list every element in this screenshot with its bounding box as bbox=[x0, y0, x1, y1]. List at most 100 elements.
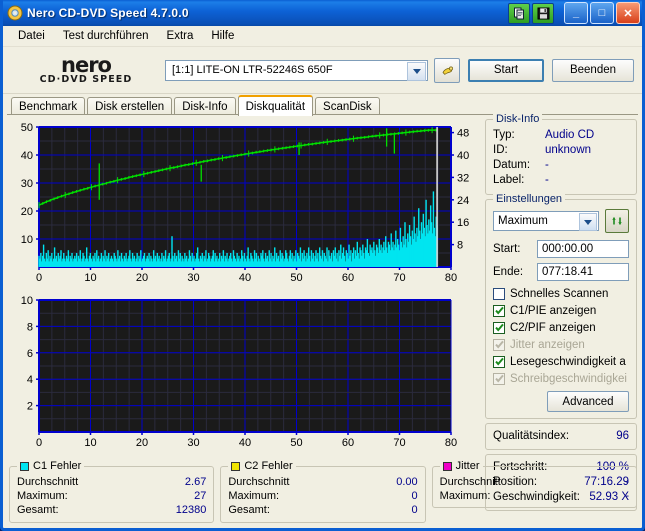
tab-scandisk[interactable]: ScanDisk bbox=[315, 97, 380, 115]
checkbox-lesegeschwindigkeit[interactable]: Lesegeschwindigkeit a bbox=[493, 354, 629, 369]
svg-text:10: 10 bbox=[84, 272, 96, 284]
start-time-field[interactable]: 000:00.00 bbox=[537, 240, 629, 258]
svg-text:50: 50 bbox=[290, 437, 302, 449]
legend-value: 2.67 bbox=[184, 476, 207, 488]
svg-text:40: 40 bbox=[239, 437, 251, 449]
checkbox-box bbox=[493, 338, 505, 351]
svg-text:80: 80 bbox=[445, 437, 457, 449]
app-window: Nero CD-DVD Speed 4.7.0.0 _ □ ✕ Datei Te… bbox=[0, 0, 645, 531]
disk-info-title: Disk-Info bbox=[493, 113, 543, 125]
legend-label: Durchschnitt bbox=[17, 476, 79, 488]
svg-text:0: 0 bbox=[36, 437, 42, 449]
legend-title-text: C2 Fehler bbox=[244, 460, 293, 472]
checkbox-schreibgeschwindigkeit: Schreibgeschwindigkei bbox=[493, 371, 629, 386]
checkbox-box bbox=[493, 372, 505, 385]
close-button[interactable]: ✕ bbox=[616, 2, 640, 24]
checkbox-label: C1/PIE anzeigen bbox=[510, 304, 597, 317]
legend-row: Gesamt: 12380 bbox=[17, 503, 206, 517]
tab-benchmark[interactable]: Benchmark bbox=[11, 97, 86, 115]
quit-button[interactable]: Beenden bbox=[552, 58, 634, 82]
disk-info-row: Label: - bbox=[493, 173, 629, 188]
disk-info-label: ID: bbox=[493, 144, 508, 156]
legend-value: 0 bbox=[411, 490, 418, 502]
disk-info-row: Typ: Audio CD bbox=[493, 128, 629, 143]
svg-text:50: 50 bbox=[290, 272, 302, 284]
drive-select-value: [1:1] LITE-ON LTR-52246S 650F bbox=[172, 64, 333, 76]
tab-disk-info[interactable]: Disk-Info bbox=[174, 97, 236, 115]
charts-column: 0 10 20 30 40 50 60 70 80 10 20 30 40 50 8 16 24 32 40 48 0… bbox=[7, 119, 480, 458]
drive-select[interactable]: [1:1] LITE-ON LTR-52246S 650F bbox=[165, 59, 428, 81]
disk-info-value: - bbox=[545, 159, 549, 171]
checkbox-c2-pif[interactable]: C2/PIF anzeigen bbox=[493, 320, 629, 335]
svg-text:10: 10 bbox=[84, 437, 96, 449]
settings-title: Einstellungen bbox=[493, 193, 566, 205]
chevron-down-icon[interactable] bbox=[407, 61, 426, 81]
refresh-icon[interactable] bbox=[605, 209, 629, 233]
maximize-button[interactable]: □ bbox=[590, 2, 614, 24]
eject-icon[interactable] bbox=[434, 57, 460, 83]
copy-icon[interactable] bbox=[508, 2, 530, 24]
menu-datei[interactable]: Datei bbox=[9, 28, 54, 44]
advanced-row: Advanced bbox=[493, 391, 629, 412]
svg-text:0: 0 bbox=[36, 272, 42, 284]
legend-value: 12380 bbox=[175, 504, 207, 516]
legend-label: Gesamt: bbox=[17, 504, 59, 516]
legend-row: Maximum: 0 bbox=[228, 489, 417, 503]
tab-disk-erstellen[interactable]: Disk erstellen bbox=[87, 97, 173, 115]
save-icon[interactable] bbox=[532, 2, 554, 24]
legend-row: Maximum: 27 bbox=[17, 489, 206, 503]
legend-row: Gesamt: 0 bbox=[228, 503, 417, 517]
end-time-row: Ende: 077:18.41 bbox=[493, 263, 629, 281]
window-title: Nero CD-DVD Speed 4.7.0.0 bbox=[27, 6, 189, 20]
disk-info-label: Typ: bbox=[493, 129, 515, 141]
menu-hilfe[interactable]: Hilfe bbox=[202, 28, 243, 44]
tab-strip: Benchmark Disk erstellen Disk-Info Diskq… bbox=[3, 94, 642, 116]
disk-info-value: unknown bbox=[545, 144, 592, 156]
menu-extra[interactable]: Extra bbox=[158, 28, 203, 44]
checkbox-box[interactable] bbox=[493, 287, 505, 300]
svg-text:40: 40 bbox=[457, 150, 469, 162]
menu-test-durchfuehren[interactable]: Test durchführen bbox=[54, 28, 158, 44]
legend-label: Maximum: bbox=[439, 490, 491, 502]
disk-info-value: - bbox=[545, 174, 549, 186]
svg-text:20: 20 bbox=[136, 272, 148, 284]
legend-value: 0 bbox=[411, 504, 418, 516]
svg-text:24: 24 bbox=[457, 195, 469, 207]
svg-text:30: 30 bbox=[187, 437, 199, 449]
chevron-down-icon[interactable] bbox=[579, 213, 597, 231]
checkbox-label: Schnelles Scannen bbox=[510, 287, 609, 300]
end-time-label: Ende: bbox=[493, 266, 524, 278]
legend-row: Durchschnitt - bbox=[440, 475, 629, 489]
checkbox-box[interactable] bbox=[493, 321, 505, 334]
advanced-button[interactable]: Advanced bbox=[547, 391, 629, 412]
window-buttons: _ □ ✕ bbox=[508, 2, 640, 24]
legend-value: - bbox=[625, 476, 629, 488]
svg-text:80: 80 bbox=[445, 272, 457, 284]
disk-info-value: Audio CD bbox=[545, 129, 595, 141]
c1-color-swatch bbox=[20, 461, 29, 471]
svg-text:16: 16 bbox=[457, 217, 469, 229]
svg-text:40: 40 bbox=[21, 150, 33, 162]
checkbox-schnelles-scannen[interactable]: Schnelles Scannen bbox=[493, 286, 629, 301]
end-time-field[interactable]: 077:18.41 bbox=[537, 263, 629, 281]
svg-text:30: 30 bbox=[187, 272, 199, 284]
checkbox-label: Lesegeschwindigkeit a bbox=[510, 355, 626, 368]
svg-text:20: 20 bbox=[21, 206, 33, 218]
legend-row: Durchschnitt 2.67 bbox=[17, 475, 206, 489]
logo-line2: CD·DVD SPEED bbox=[39, 74, 133, 86]
start-button[interactable]: Start bbox=[468, 58, 544, 82]
start-time-row: Start: 000:00.00 bbox=[493, 240, 629, 258]
checkbox-label: Jitter anzeigen bbox=[510, 338, 585, 351]
checkbox-box[interactable] bbox=[493, 304, 505, 317]
jitter-legend-rows: Durchschnitt - Maximum: - bbox=[440, 475, 629, 503]
c2-legend-panel: C2 Fehler Durchschnitt 0.00 Maximum: 0 G… bbox=[220, 460, 426, 523]
minimize-button[interactable]: _ bbox=[564, 2, 588, 24]
svg-text:8: 8 bbox=[457, 240, 463, 252]
legend-row: Durchschnitt 0.00 bbox=[228, 475, 417, 489]
checkbox-box[interactable] bbox=[493, 355, 505, 368]
checkbox-c1-pie[interactable]: C1/PIE anzeigen bbox=[493, 303, 629, 318]
speed-select[interactable]: Maximum bbox=[493, 211, 599, 231]
svg-text:48: 48 bbox=[457, 128, 469, 140]
c2-legend-title: C2 Fehler bbox=[228, 460, 296, 472]
tab-diskqualitaet[interactable]: Diskqualität bbox=[237, 95, 314, 116]
